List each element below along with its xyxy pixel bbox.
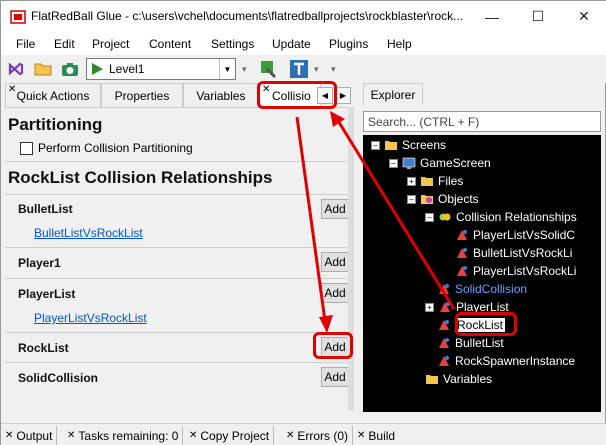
glue-window: FlatRedBall Glue - c:\users\vchel\docume…	[0, 0, 606, 445]
annotation-arrows	[295, 111, 456, 333]
